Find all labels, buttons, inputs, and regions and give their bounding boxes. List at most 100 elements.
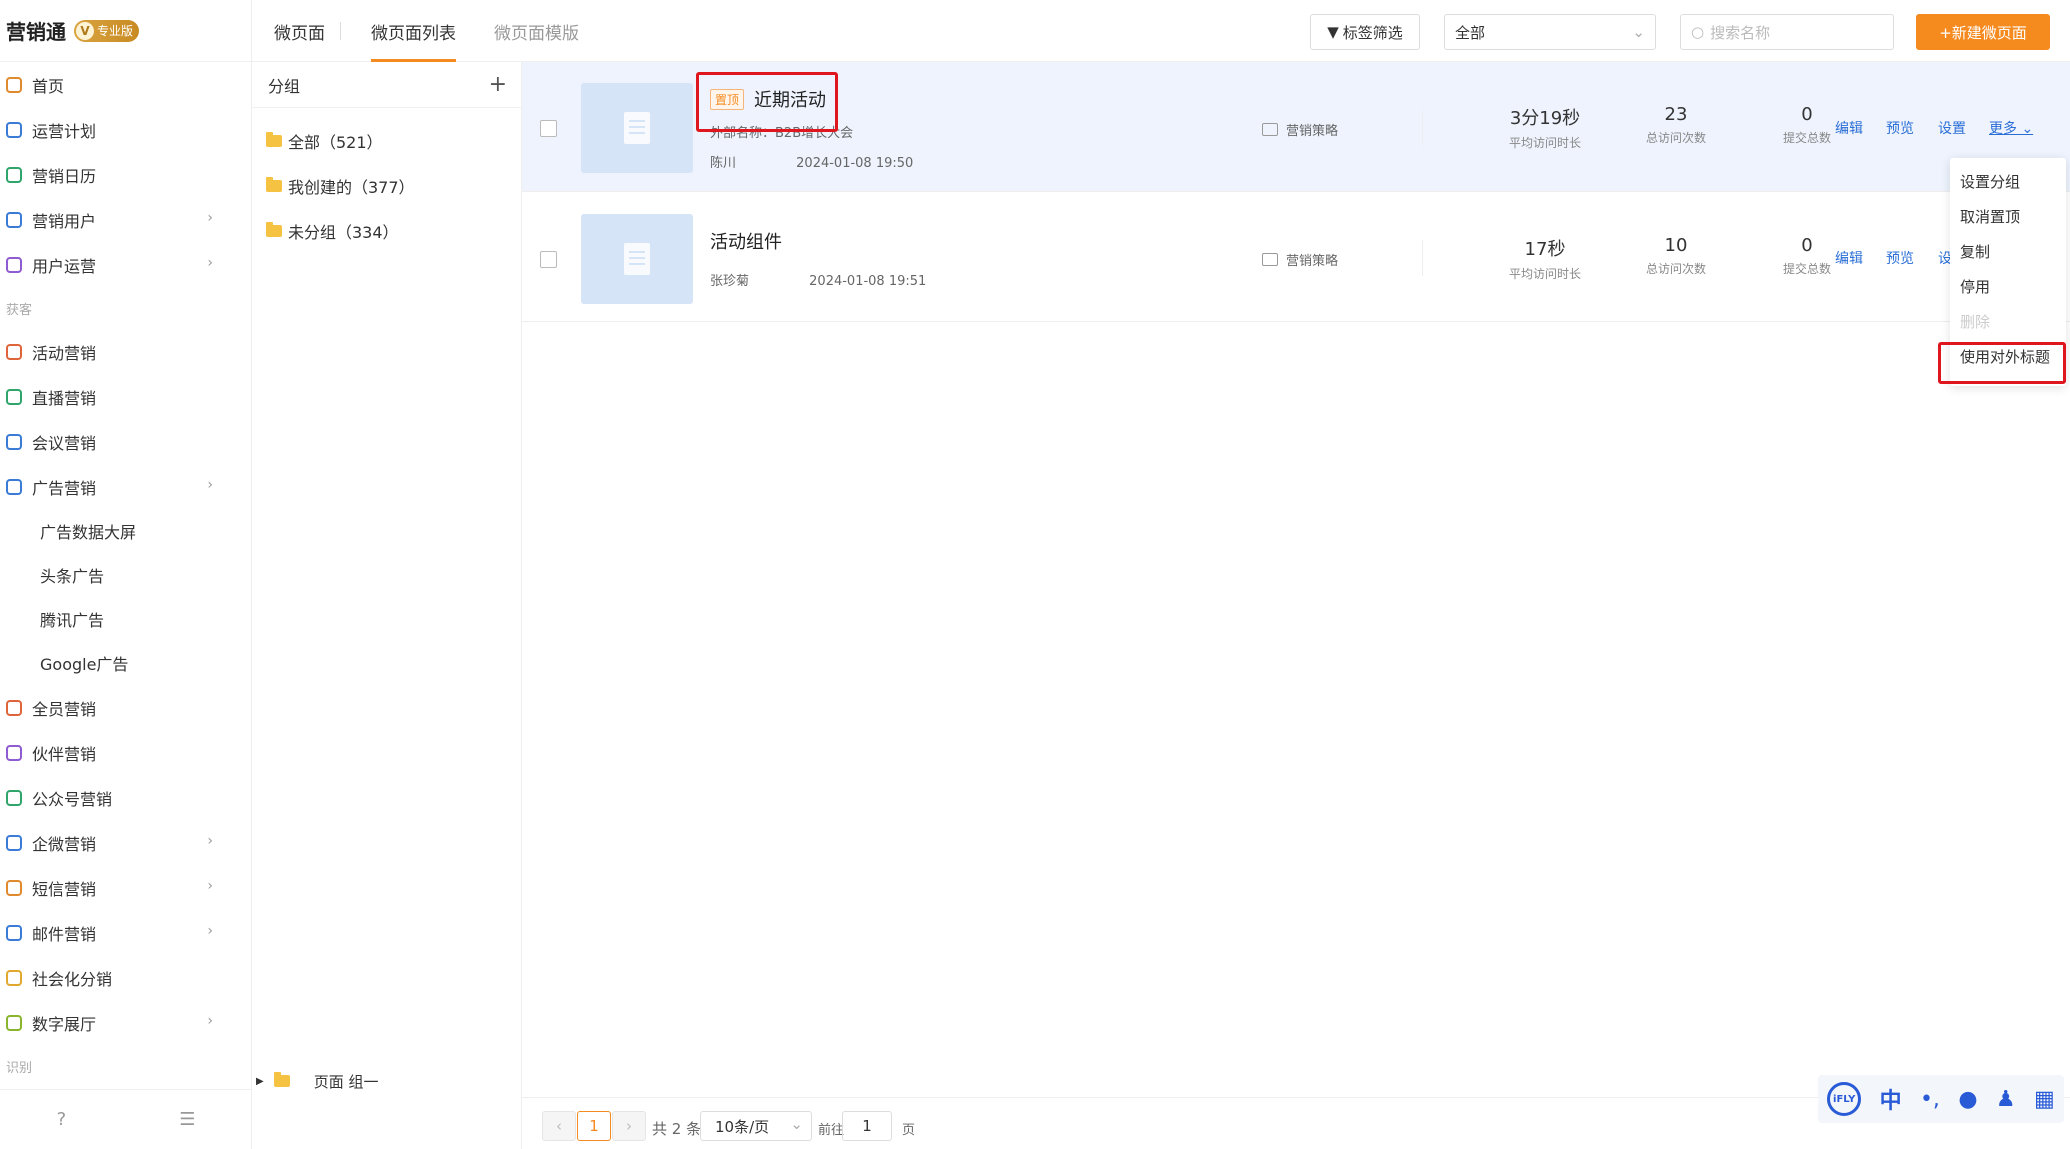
folder-outline-icon <box>1262 123 1278 136</box>
strategy-tag: 营销策略 <box>1262 120 1338 139</box>
sidebar-item[interactable]: 活动营销 <box>0 329 251 374</box>
sidebar-item[interactable]: 社会化分销 <box>0 955 251 1000</box>
sidebar-item[interactable]: 全员营销 <box>0 685 251 730</box>
chevron-right-icon: › <box>207 255 213 271</box>
chevron-right-icon: › <box>207 833 213 849</box>
flag-icon <box>6 121 22 138</box>
sidebar-subitem[interactable]: 腾讯广告 <box>0 597 251 641</box>
preview-link[interactable]: 预览 <box>1886 118 1914 138</box>
ifly-logo-icon[interactable]: iFLY <box>1827 1082 1862 1116</box>
folder-icon <box>273 1072 290 1087</box>
nav-bottom: 全员营销 伙伴营销 公众号营销 企微营销 › 短信营销 › 邮件营销 › 社会化分销 数字展厅 › <box>0 685 251 1045</box>
stat-label: 总访问次数 <box>1645 262 1706 276</box>
sidebar-item[interactable]: 数字展厅 › <box>0 1000 251 1045</box>
folder-outline-icon <box>1262 253 1278 266</box>
group-item-collapsed[interactable]: ▶ 页面 组一 <box>252 1064 378 1098</box>
brand[interactable]: 营销通 V 专业版 <box>0 0 251 62</box>
tab-micro-page-list[interactable]: 微页面列表 <box>371 0 456 62</box>
sidebar-footer: ? ☰ <box>0 1089 252 1149</box>
nav-top: 首页 运营计划 营销日历 营销用户 › 用户运营 › <box>0 62 251 287</box>
menu-item-unpin[interactable]: 取消置顶 <box>1950 199 2066 234</box>
prev-page-button[interactable]: ‹ <box>542 1111 576 1141</box>
page-number-current[interactable]: 1 <box>577 1111 611 1141</box>
stat-visits: 10 总访问次数 <box>1611 235 1741 277</box>
sidebar-item[interactable]: 营销用户 › <box>0 197 251 242</box>
partner-icon <box>6 744 22 761</box>
sidebar-item[interactable]: 短信营销 › <box>0 865 251 910</box>
sidebar-subitem[interactable]: 头条广告 <box>0 553 251 597</box>
sidebar-item-label: 营销用户 <box>32 211 97 231</box>
page-size-select[interactable]: 10条/页 ⌄ <box>700 1111 812 1141</box>
group-item-ungrouped[interactable]: 未分组（334） <box>252 208 521 253</box>
row-checkbox[interactable] <box>540 120 557 137</box>
more-dropdown[interactable]: 更多 ⌄ <box>1989 118 2033 138</box>
tag-filter-button[interactable]: ▼ 标签筛选 <box>1310 14 1420 50</box>
microphone-icon[interactable]: ● <box>1958 1087 1977 1112</box>
page-size-value: 10条/页 <box>715 1117 770 1136</box>
stat-avg-duration: 17秒 平均访问时长 <box>1480 235 1610 282</box>
sidebar-item[interactable]: 会议营销 <box>0 419 251 464</box>
category-select[interactable]: 全部 ⌄ <box>1444 14 1656 50</box>
group-title: 分组 <box>268 76 301 96</box>
tab-micro-page[interactable]: 微页面 <box>274 0 325 62</box>
pro-badge: V 专业版 <box>74 19 140 42</box>
preview-link[interactable]: 预览 <box>1886 248 1914 268</box>
group-item-all[interactable]: 全部（521） <box>252 118 521 163</box>
search-input[interactable]: ○ 搜索名称 <box>1680 14 1894 50</box>
wechat-icon <box>6 789 22 806</box>
page-list: 置顶 近期活动 外部名称：B2B增长大会 陈川 2024-01-08 19:50… <box>522 62 2070 1149</box>
chevron-down-icon: ⌄ <box>1632 23 1645 41</box>
help-icon[interactable]: ? <box>57 1109 67 1130</box>
list-row[interactable]: 活动组件 张珍菊 2024-01-08 19:51 营销策略 17秒 平均访问时… <box>522 192 2070 322</box>
sidebar-item[interactable]: 直播营销 <box>0 374 251 419</box>
row-title[interactable]: 活动组件 <box>710 228 782 254</box>
mail-icon <box>6 924 22 941</box>
sidebar-item-label: 运营计划 <box>32 121 97 141</box>
divider <box>1422 240 1423 276</box>
strategy-label: 营销策略 <box>1286 254 1339 269</box>
search-icon: ○ <box>1691 23 1705 41</box>
language-toggle[interactable]: 中 <box>1880 1083 1902 1115</box>
page-thumbnail[interactable] <box>581 83 693 173</box>
add-group-icon[interactable]: + <box>489 72 507 97</box>
all-staff-icon <box>6 699 22 716</box>
edit-link[interactable]: 编辑 <box>1835 248 1863 268</box>
row-checkbox[interactable] <box>540 251 557 268</box>
grid-icon[interactable]: ▦ <box>2034 1087 2055 1112</box>
page-thumbnail[interactable] <box>581 214 693 304</box>
folder-icon <box>266 221 282 237</box>
sidebar-item-label: 用户运营 <box>32 256 97 276</box>
sidebar-item[interactable]: 用户运营 › <box>0 242 251 287</box>
menu-item-disable[interactable]: 停用 <box>1950 269 2066 304</box>
edit-link[interactable]: 编辑 <box>1835 118 1863 138</box>
more-label: 更多 <box>1989 121 2017 137</box>
sidebar-subitem[interactable]: Google广告 <box>0 641 251 685</box>
goto-page-input[interactable]: 1 <box>842 1111 892 1141</box>
sidebar-item[interactable]: 广告营销 › <box>0 464 251 509</box>
collapse-icon[interactable]: ☰ <box>179 1109 195 1130</box>
group-item-mine[interactable]: 我创建的（377） <box>252 163 521 208</box>
menu-item-delete: 删除 <box>1960 313 1991 331</box>
punctuation-icon[interactable]: •, <box>1920 1087 1940 1112</box>
sidebar-item[interactable]: 企微营销 › <box>0 820 251 865</box>
sidebar-item[interactable]: 首页 <box>0 62 251 107</box>
menu-item-copy[interactable]: 复制 <box>1950 234 2066 269</box>
page-title[interactable]: 活动组件 <box>710 228 782 254</box>
new-micro-page-button[interactable]: +新建微页面 <box>1916 14 2050 50</box>
settings-link[interactable]: 设置 <box>1938 118 1966 138</box>
next-page-button[interactable]: › <box>612 1111 646 1141</box>
sidebar-item[interactable]: 邮件营销 › <box>0 910 251 955</box>
sidebar-item[interactable]: 营销日历 <box>0 152 251 197</box>
user-ops-icon <box>6 256 22 273</box>
tab-micro-page-template[interactable]: 微页面模版 <box>494 0 579 62</box>
sidebar-item[interactable]: 公众号营销 <box>0 775 251 820</box>
category-select-value: 全部 <box>1455 23 1486 42</box>
total-count: 共 2 条 <box>652 1120 702 1138</box>
user-icon[interactable]: ♟ <box>1996 1087 2016 1112</box>
menu-item-set-group[interactable]: 设置分组 <box>1950 164 2066 199</box>
calendar-icon <box>6 166 22 183</box>
sidebar-item[interactable]: 伙伴营销 <box>0 730 251 775</box>
sidebar-subitem[interactable]: 广告数据大屏 <box>0 509 251 553</box>
chevron-down-icon: ⌄ <box>2021 121 2034 137</box>
sidebar-item[interactable]: 运营计划 <box>0 107 251 152</box>
